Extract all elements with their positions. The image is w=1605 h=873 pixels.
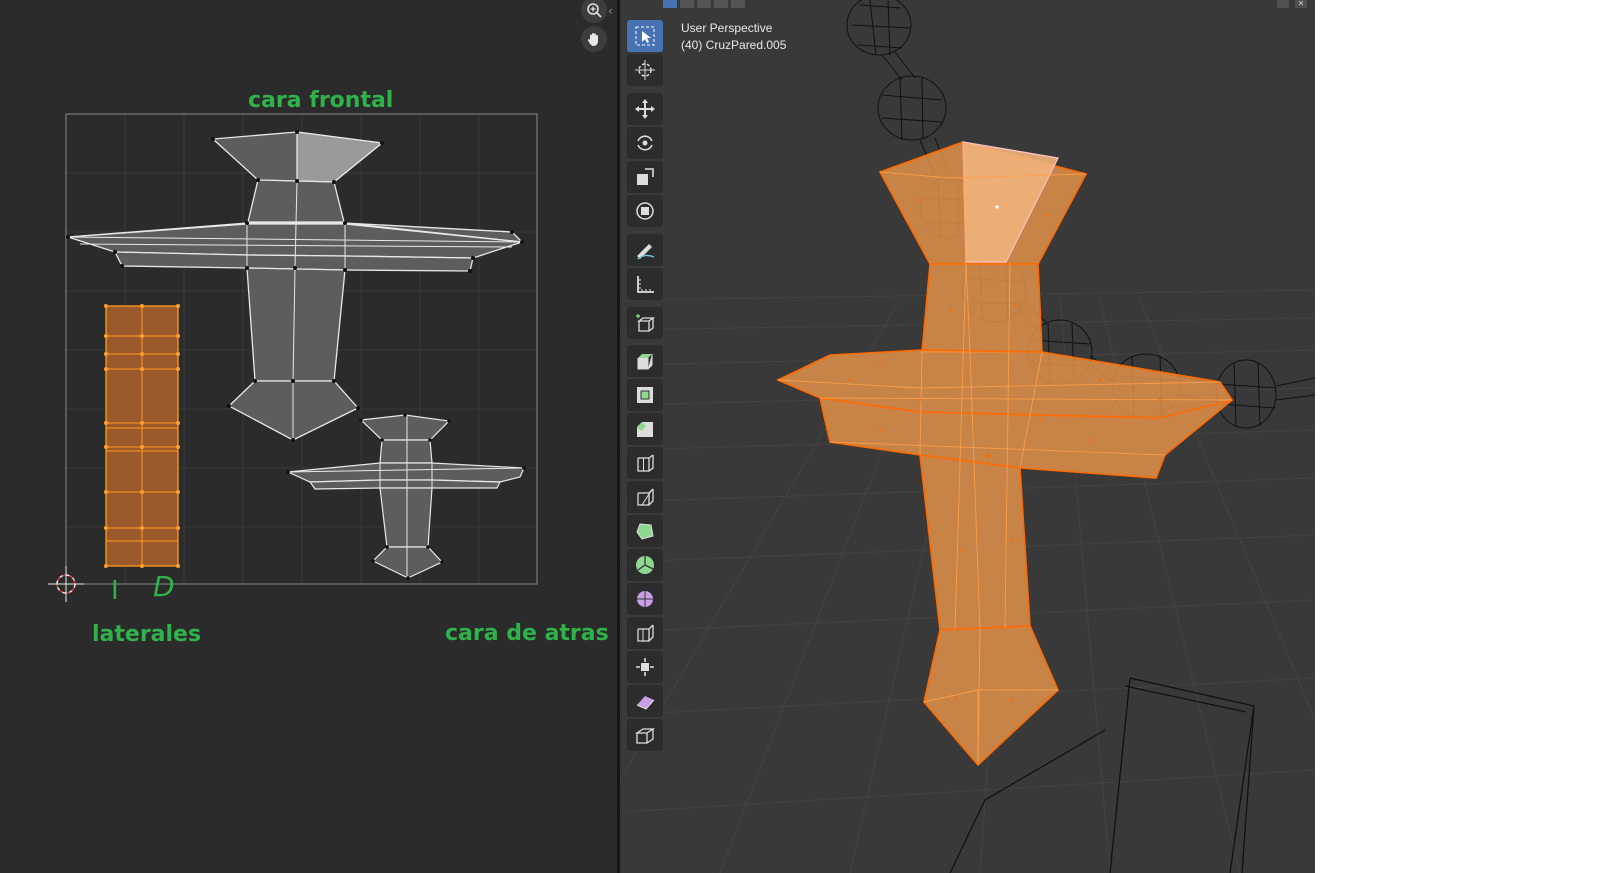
cursor-tool[interactable] (627, 54, 663, 86)
annotation-side-right-mark: D (153, 570, 175, 603)
annotation-sides: laterales (92, 622, 202, 647)
smooth-tool[interactable] (627, 583, 663, 615)
measure-tool[interactable] (627, 268, 663, 300)
shrink-fatten-icon (636, 658, 654, 676)
add-cube-tool[interactable] (627, 307, 663, 339)
transform-tool[interactable] (627, 195, 663, 227)
uv-editor[interactable]: cara frontal laterales cara de atras I D… (0, 0, 617, 873)
bevel-icon (637, 422, 653, 437)
viewport-info: User Perspective (40) CruzPared.005 (681, 20, 786, 54)
mode-invert-icon[interactable] (714, 0, 728, 8)
inset-icon (637, 387, 653, 403)
3d-viewport[interactable]: ✕ User Perspective (40) CruzPared.005 (620, 0, 1315, 873)
select-box-icon (635, 26, 655, 46)
extrude-region-tool[interactable] (627, 345, 663, 377)
annotate-tool[interactable] (627, 234, 663, 266)
shear-tool[interactable] (627, 685, 663, 717)
spin-icon (636, 556, 654, 574)
mode-set-icon[interactable] (663, 0, 677, 8)
blank-area (1315, 0, 1605, 873)
active-object-name: (40) CruzPared.005 (681, 38, 787, 52)
annotation-front: cara frontal (248, 88, 394, 113)
extrude-icon (637, 354, 653, 370)
knife-tool[interactable] (627, 481, 663, 513)
uv-island-back[interactable] (285, 414, 525, 579)
gizmo-toggle-icon[interactable] (1277, 0, 1289, 8)
edge-slide-icon (637, 624, 654, 642)
edge-slide-tool[interactable] (627, 617, 663, 649)
add-cube-icon (636, 314, 655, 332)
measure-icon (637, 276, 654, 293)
inset-faces-tool[interactable] (627, 379, 663, 411)
2d-cursor-icon[interactable] (48, 566, 84, 602)
smooth-icon (637, 591, 653, 607)
select-mode-buttons[interactable] (660, 0, 760, 8)
select-box-tool[interactable] (627, 20, 663, 52)
cross-mesh[interactable] (776, 141, 1234, 767)
spin-tool[interactable] (627, 549, 663, 581)
close-icon[interactable]: ✕ (1295, 0, 1307, 8)
scale-tool[interactable] (627, 161, 663, 193)
poly-build-icon (636, 523, 654, 540)
viewport-canvas[interactable] (620, 0, 1315, 873)
annotation-back: cara de atras (445, 621, 609, 646)
shrink-fatten-tool[interactable] (627, 651, 663, 683)
loop-cut-icon (637, 454, 654, 472)
mode-subtract-icon[interactable] (697, 0, 711, 8)
cursor-icon (635, 60, 655, 80)
rotate-icon (637, 135, 653, 151)
mode-extend-icon[interactable] (680, 0, 694, 8)
scale-icon (637, 168, 654, 185)
loop-cut-tool[interactable] (627, 447, 663, 479)
annotation-side-left-mark: I (111, 576, 119, 606)
bevel-tool[interactable] (627, 413, 663, 445)
knife-icon (637, 488, 654, 506)
rip-region-tool[interactable] (627, 719, 663, 751)
transform-icon (636, 202, 654, 220)
uv-island-sides[interactable] (104, 304, 180, 568)
poly-build-tool[interactable] (627, 515, 663, 547)
mode-intersect-icon[interactable] (731, 0, 745, 8)
shear-icon (636, 696, 655, 710)
sidebar-collapse-icon[interactable]: ‹ (608, 4, 613, 18)
move-tool[interactable] (627, 93, 663, 125)
uv-canvas[interactable] (0, 0, 617, 873)
rip-region-icon (634, 728, 656, 744)
move-icon (635, 99, 655, 119)
viewport-top-icons: ✕ (1277, 0, 1307, 8)
view-name: User Perspective (681, 21, 773, 35)
hand-pan-icon[interactable] (581, 26, 607, 52)
annotate-icon (637, 244, 655, 260)
rotate-tool[interactable] (627, 127, 663, 159)
